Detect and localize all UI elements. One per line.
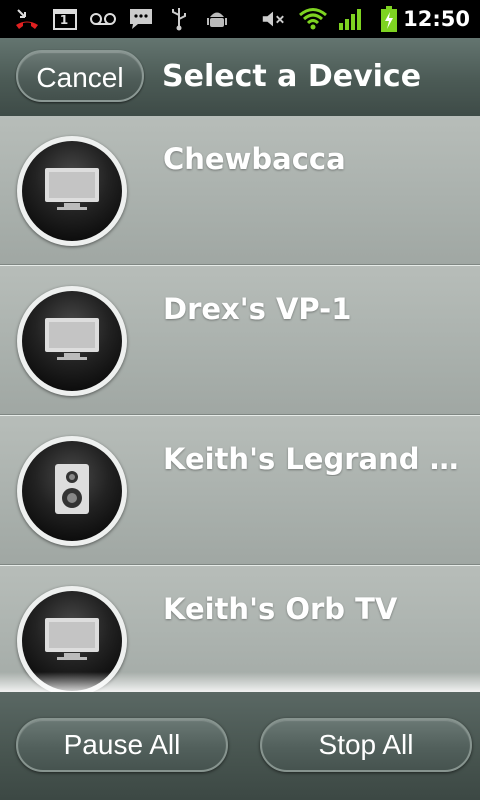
list-fade [0, 672, 480, 692]
speaker-icon [52, 462, 92, 520]
signal-icon [338, 7, 364, 31]
calendar-day-label: 1 [59, 13, 69, 27]
cancel-button[interactable]: Cancel [16, 50, 144, 102]
voicemail-icon [90, 7, 116, 31]
list-item[interactable]: Chewbacca [0, 116, 480, 266]
status-time: 12:50 [403, 7, 470, 31]
sms-icon [128, 7, 154, 31]
page-title: Select a Device [162, 59, 422, 94]
tv-icon [43, 616, 101, 666]
tv-icon [43, 166, 101, 216]
missed-call-icon [14, 7, 40, 31]
wifi-icon [298, 7, 328, 31]
device-name: Keith's Orb TV [163, 592, 398, 626]
pause-all-button[interactable]: Pause All [16, 718, 228, 772]
list-item[interactable]: Drex's VP-1 [0, 266, 480, 416]
stop-all-button[interactable]: Stop All [260, 718, 472, 772]
battery-charging-icon [376, 6, 402, 32]
device-list[interactable]: Chewbacca Drex's VP-1 Keith's Legrand De… [0, 116, 480, 692]
device-icon-badge [17, 136, 127, 246]
usb-icon [166, 7, 192, 31]
tv-icon [43, 316, 101, 366]
status-bar: 1 12:50 [0, 0, 480, 38]
mute-icon [260, 7, 286, 31]
device-name: Chewbacca [163, 142, 346, 176]
device-icon-badge [17, 286, 127, 396]
device-name: Drex's VP-1 [163, 292, 352, 326]
android-debug-icon [204, 7, 230, 31]
bottom-bar: Pause All Stop All [0, 692, 480, 800]
device-name: Keith's Legrand Dev... [163, 442, 473, 476]
title-bar: Cancel Select a Device [0, 38, 480, 117]
device-icon-badge [17, 436, 127, 546]
list-item[interactable]: Keith's Legrand Dev... [0, 416, 480, 566]
